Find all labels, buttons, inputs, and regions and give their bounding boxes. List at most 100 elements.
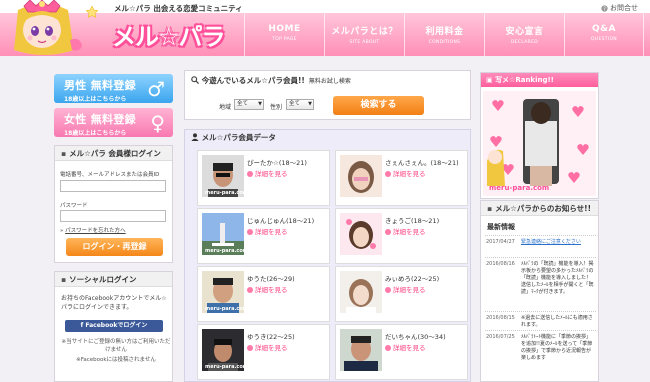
member-name: だいちゃん(30〜34) <box>385 333 446 341</box>
detail-icon <box>247 287 253 293</box>
member-photo[interactable]: meru-para.com <box>202 271 244 313</box>
female-register-button[interactable]: 女性 無料登録 18歳以上はこちらから ♀ <box>54 108 173 137</box>
detail-icon <box>385 171 391 177</box>
ranking-heading: ▣ 写メ☆Ranking!! <box>481 73 598 87</box>
news-item: 2017/04/27 緊急連絡にご注意ください <box>485 235 596 257</box>
detail-icon <box>385 287 391 293</box>
member-card[interactable]: meru-para.com じゅんじゅん(18〜21) 詳細を見る <box>197 208 330 264</box>
member-card[interactable]: さぇんさぇん。(18〜21) 詳細を見る <box>335 150 468 206</box>
member-data-title-text: メル☆パラ会員データ <box>201 133 276 142</box>
svg-text:?: ? <box>603 6 606 11</box>
login-button[interactable]: ログイン・再登録 <box>66 238 163 256</box>
member-name: きょうご(18〜21) <box>385 217 440 225</box>
member-detail-label: 詳細を見る <box>393 228 426 236</box>
member-name: さぇんさぇん。(18〜21) <box>385 159 459 167</box>
search-title-text: 今遊んでいるメル☆パラ会員!! <box>201 76 305 85</box>
member-photo[interactable]: meru-para.com <box>202 213 244 255</box>
member-detail-link[interactable]: 詳細を見る <box>247 284 288 294</box>
member-name: みぃめろ(22〜25) <box>385 275 440 283</box>
nav-home-label: HOME <box>268 24 301 34</box>
contact-label: お問合せ <box>610 4 638 12</box>
male-symbol-icon: ♂ <box>147 77 165 101</box>
member-detail-link[interactable]: 詳細を見る <box>247 226 288 236</box>
social-icon: ▪ <box>61 275 67 284</box>
member-detail-label: 詳細を見る <box>393 170 426 178</box>
nav-about-sub: SITE ABOUT <box>349 40 380 45</box>
member-detail-link[interactable]: 詳細を見る <box>385 342 426 352</box>
area-select-value: 全て <box>237 101 249 107</box>
ranking-photo[interactable]: meru-para.com <box>483 91 596 196</box>
news-text: ﾒﾙﾊﾟﾗの「既読」機能を導入！掲示板から要望の多かったﾒﾙﾊﾟﾗの「既読」機能… <box>521 261 594 295</box>
member-detail-link[interactable]: 詳細を見る <box>247 342 288 352</box>
nav-qa[interactable]: Q&A QUESTION <box>564 13 644 56</box>
password-field-label: パスワード <box>60 203 88 209</box>
brand-logo-text[interactable]: メル☆パラ <box>112 17 226 52</box>
member-name: ゆうき(22〜25) <box>247 333 295 341</box>
nav-about-label: メルパラとは？ <box>331 27 398 37</box>
forgot-password-link[interactable]: » パスワードを忘れた方へ <box>60 226 126 234</box>
member-detail-label: 詳細を見る <box>255 170 288 178</box>
news-date: 2016/07/25 <box>486 334 515 340</box>
member-name: ゆうた(26〜29) <box>247 275 295 283</box>
id-input[interactable] <box>60 180 166 192</box>
news-date: 2017/04/27 <box>486 239 515 245</box>
member-photo[interactable]: meru-para.com <box>202 329 244 371</box>
area-select[interactable]: 全て ▼ <box>234 99 264 110</box>
ranking-photo-art <box>483 91 596 196</box>
social-heading-text: ソーシャルログイン <box>69 275 137 284</box>
photo-ranking-panel: ▣ 写メ☆Ranking!! meru-para.com <box>480 72 599 199</box>
dropdown-arrow-icon: ▼ <box>258 101 262 107</box>
detail-icon <box>247 345 253 351</box>
member-detail-link[interactable]: 詳細を見る <box>385 226 426 236</box>
gender-label: 性別 <box>270 104 283 111</box>
id-field-label: 電話番号、メールアドレスまたは会員ID <box>60 172 160 178</box>
nav-pricing-label: 利用料金 <box>425 27 464 37</box>
news-panel: ▪ メル☆パラからのお知らせ!! 最新情報 2017/04/27 緊急連絡にご注意… <box>480 200 599 382</box>
member-detail-link[interactable]: 詳細を見る <box>385 284 426 294</box>
social-note-2: ※Facebookには投稿されません <box>76 357 156 363</box>
member-card[interactable]: meru-para.com ゆうき(22〜25) 詳細を見る <box>197 324 330 380</box>
male-register-button[interactable]: 男性 無料登録 18歳以上はこちらから ♂ <box>54 74 173 103</box>
member-detail-link[interactable]: 詳細を見る <box>385 168 426 178</box>
news-subheading: 最新情報 <box>487 223 515 231</box>
nav-safety[interactable]: 安心宣言 DECLARED <box>484 13 564 56</box>
facebook-login-label: Facebookでログイン <box>85 322 148 329</box>
nav-about[interactable]: メルパラとは？ SITE ABOUT <box>324 13 404 56</box>
member-card[interactable]: だいちゃん(30〜34) 詳細を見る <box>335 324 468 380</box>
lock-icon: ▪ <box>61 149 67 158</box>
member-data-section: メル☆パラ会員データ meru-para.com ぴーたか☆(18〜21) 詳細を見… <box>184 129 471 382</box>
nav-pricing[interactable]: 利用料金 CONDITIONS <box>404 13 484 56</box>
social-description: お持ちのFacebookアカウントでメル☆パラにログインできます。 <box>61 295 167 311</box>
search-trial-label: 無料お試し検索 <box>308 78 351 85</box>
contact-link[interactable]: ? お問合せ <box>601 3 638 13</box>
member-detail-label: 詳細を見る <box>255 228 288 236</box>
ranking-heading-text: 写メ☆Ranking!! <box>495 76 554 84</box>
member-photo[interactable] <box>340 213 382 255</box>
photo-watermark: meru-para.com <box>205 190 244 196</box>
forgot-password-text: パスワードを忘れた方へ <box>65 228 126 234</box>
nav-home[interactable]: HOME TOP PAGE <box>244 13 324 56</box>
member-card[interactable]: みぃめろ(22〜25) 詳細を見る <box>335 266 468 322</box>
password-input[interactable] <box>60 210 166 222</box>
facebook-login-button[interactable]: f Facebookでログイン <box>65 320 163 332</box>
member-photo[interactable] <box>340 155 382 197</box>
dropdown-arrow-icon: ▼ <box>308 101 312 107</box>
mascot-logo[interactable] <box>8 0 126 55</box>
member-photo[interactable] <box>340 329 382 371</box>
news-date: 2016/08/16 <box>486 261 515 267</box>
member-name: ぴーたか☆(18〜21) <box>247 159 307 167</box>
login-heading-text: メル☆パラ 会員様ログイン <box>69 149 161 158</box>
member-card[interactable]: きょうご(18〜21) 詳細を見る <box>335 208 468 264</box>
news-link[interactable]: 緊急連絡にご注意ください <box>521 239 595 246</box>
member-card[interactable]: meru-para.com ゆうた(26〜29) 詳細を見る <box>197 266 330 322</box>
news-text: ﾒﾙﾊﾟﾗﾄｰﾄ機能に「季節の挨拶」を追加!!夏のﾒｰﾙを送って「季節の挨拶」で… <box>521 334 593 361</box>
member-photo[interactable] <box>340 271 382 313</box>
member-detail-link[interactable]: 詳細を見る <box>247 168 288 178</box>
detail-icon <box>385 345 391 351</box>
gender-select[interactable]: 全て ▼ <box>286 99 314 110</box>
search-title: 今遊んでいるメル☆パラ会員!! 無料お試し検索 <box>191 75 351 86</box>
member-photo[interactable]: meru-para.com <box>202 155 244 197</box>
nav-qa-sub: QUESTION <box>591 37 617 42</box>
member-card[interactable]: meru-para.com ぴーたか☆(18〜21) 詳細を見る <box>197 150 330 206</box>
search-button[interactable]: 検索する <box>333 96 424 115</box>
